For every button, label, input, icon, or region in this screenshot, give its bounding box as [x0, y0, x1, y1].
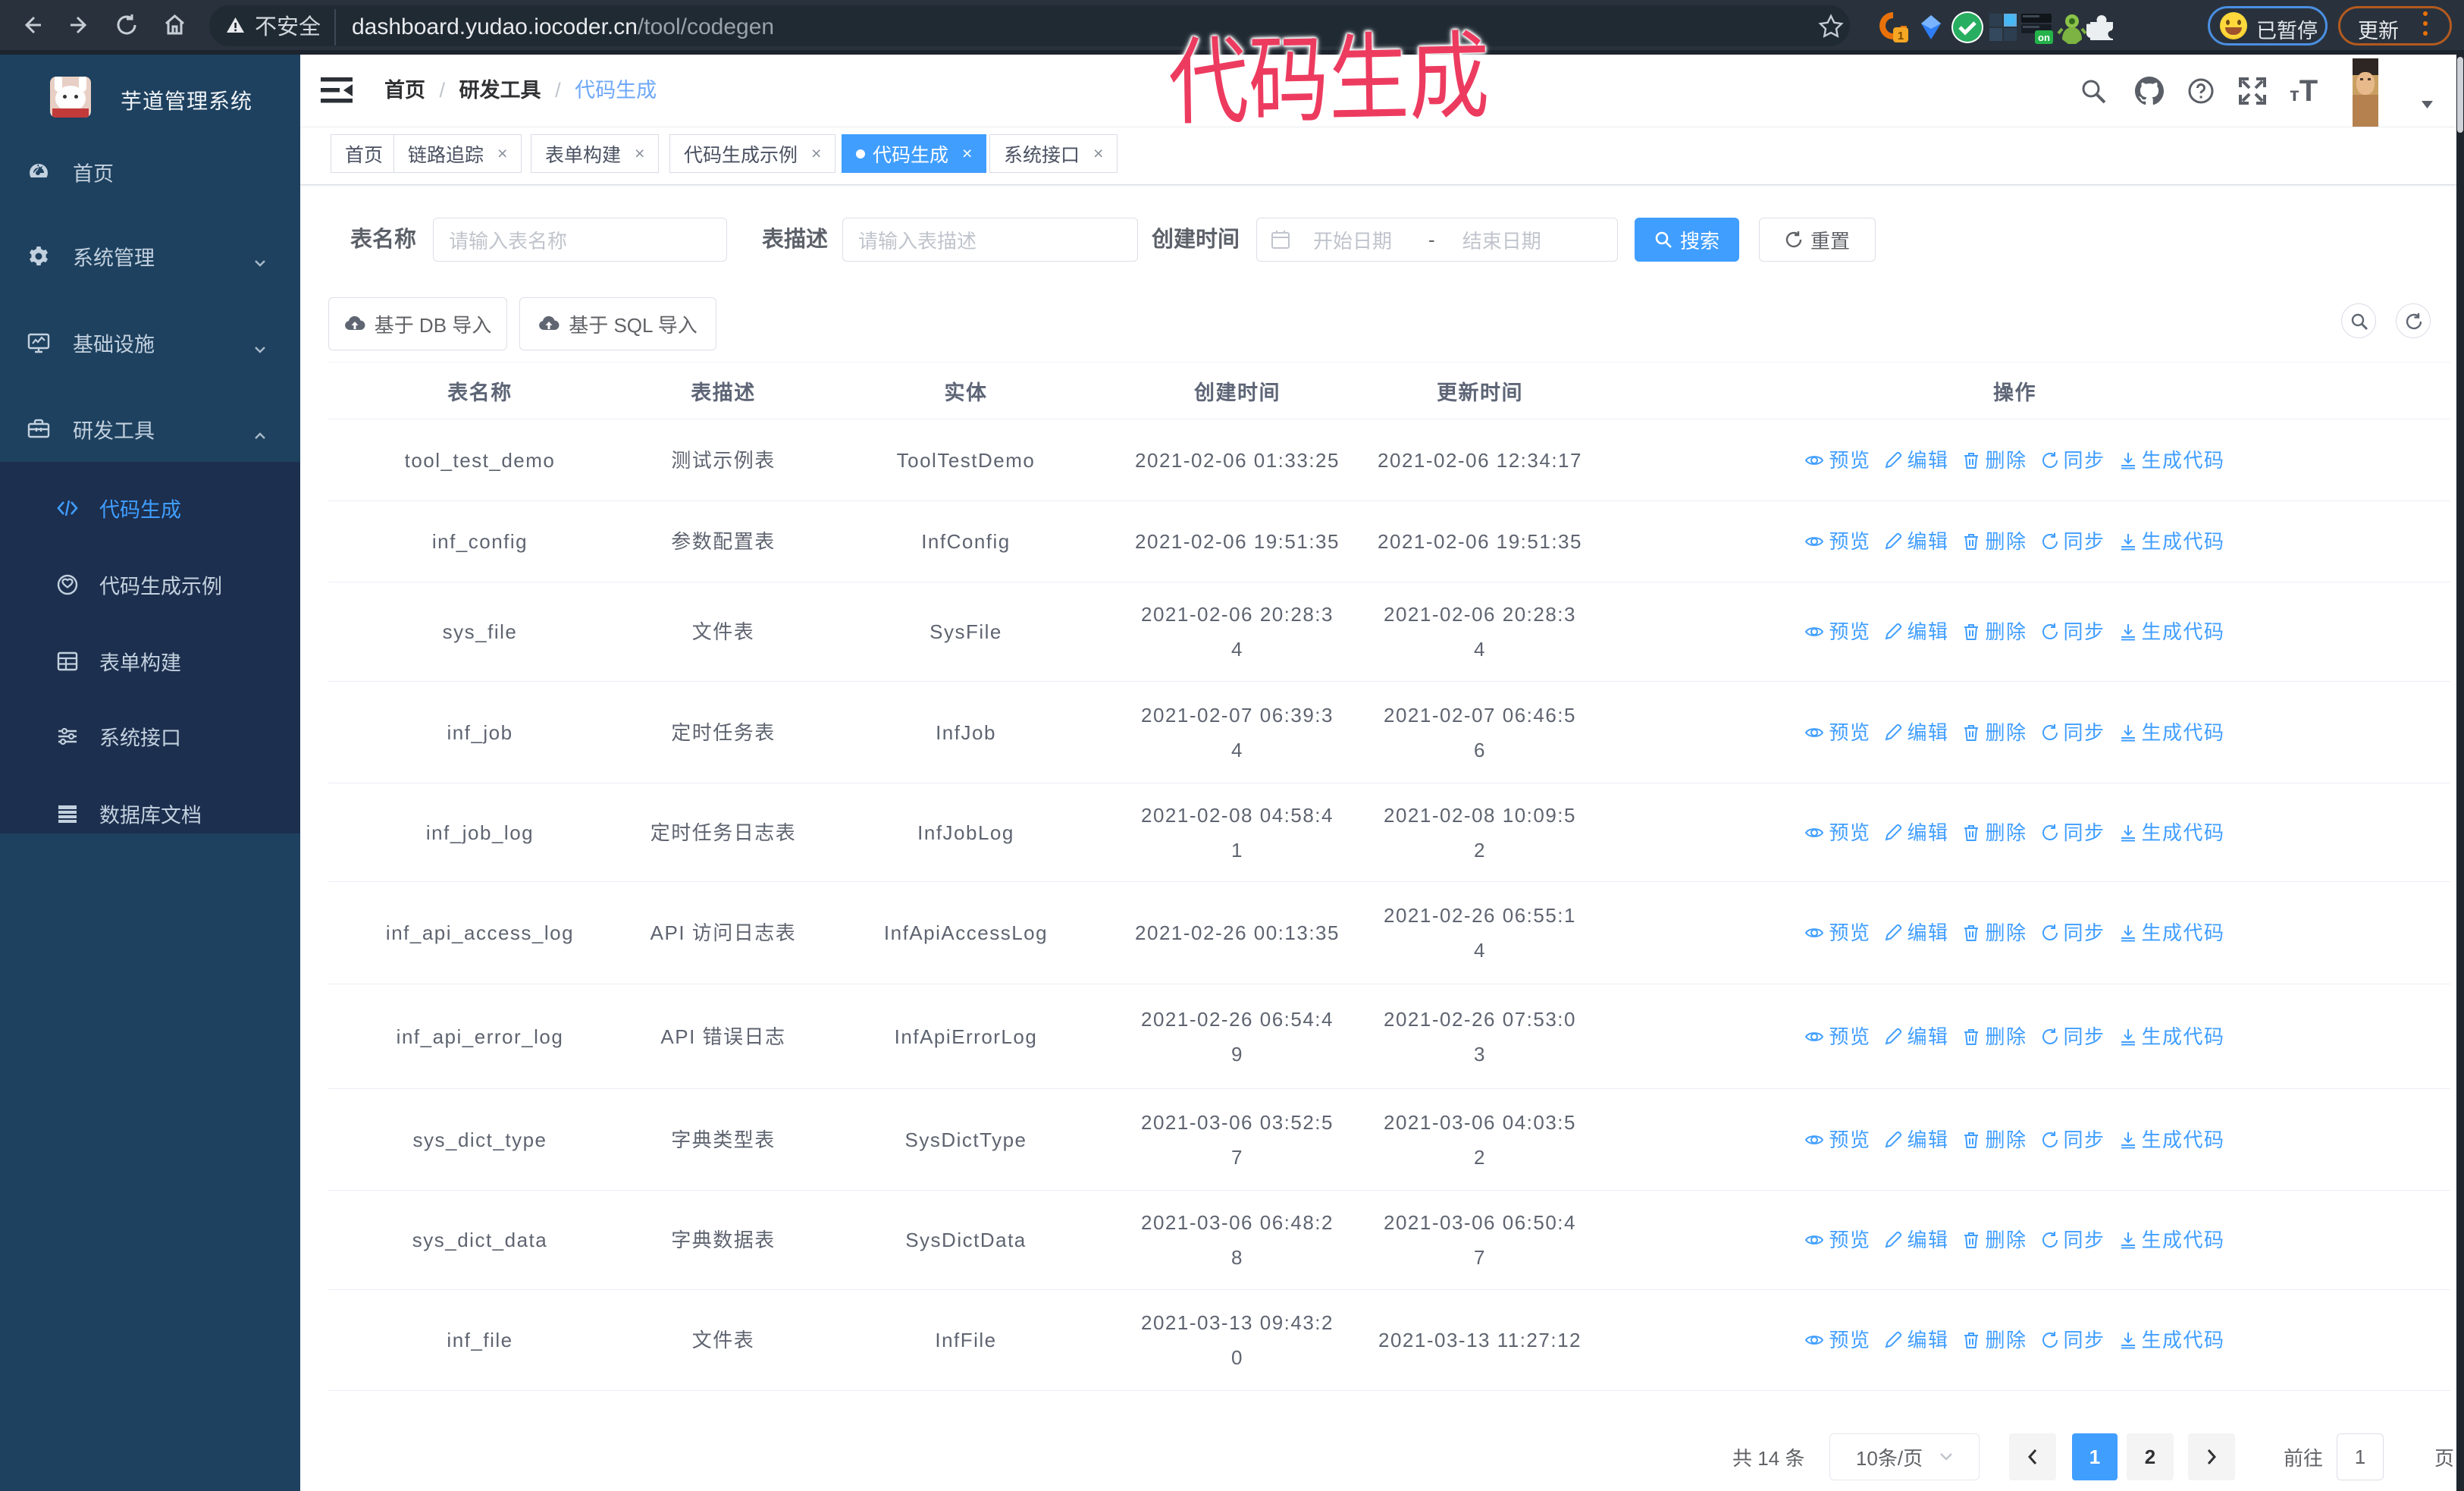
svg-text:1: 1 — [1898, 30, 1904, 42]
svg-text:on: on — [2038, 32, 2050, 43]
